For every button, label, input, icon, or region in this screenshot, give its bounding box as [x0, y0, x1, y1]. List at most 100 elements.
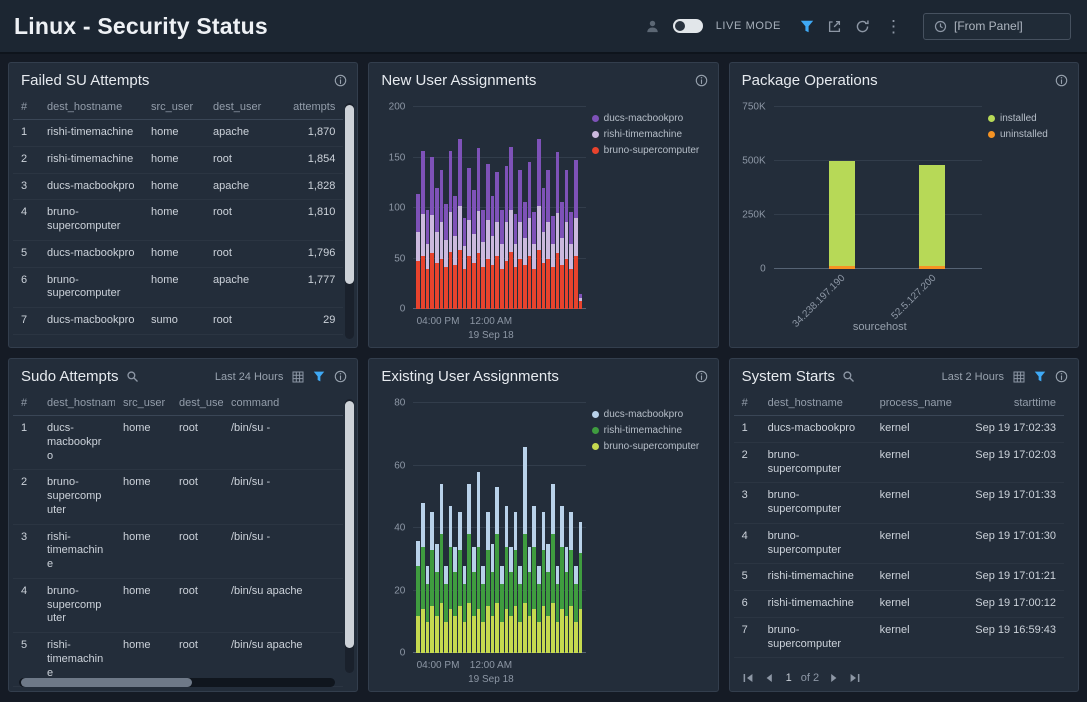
column-header[interactable]: attempts [275, 95, 343, 120]
bar[interactable] [444, 107, 448, 309]
bar[interactable] [565, 107, 569, 309]
bar[interactable] [426, 107, 430, 309]
legend-item[interactable]: rishi-timemachine [592, 425, 710, 436]
column-header[interactable]: starttime [962, 391, 1064, 416]
bar[interactable] [556, 107, 560, 309]
info-icon[interactable] [695, 370, 708, 383]
table-row[interactable]: 1rishi-timemachinehomeapache1,870 [13, 120, 343, 147]
bar[interactable] [569, 107, 573, 309]
bar[interactable] [546, 107, 550, 309]
filter-icon[interactable] [1034, 371, 1046, 382]
bar[interactable] [556, 403, 560, 653]
bar[interactable] [453, 403, 457, 653]
info-icon[interactable] [1055, 74, 1068, 87]
bar[interactable] [532, 107, 536, 309]
bar[interactable] [509, 107, 513, 309]
table-row[interactable]: 5ducs-macbookprohomeroot1,796 [13, 240, 343, 267]
bar[interactable] [491, 403, 495, 653]
bar[interactable] [430, 107, 434, 309]
column-header[interactable]: # [13, 95, 39, 120]
info-icon[interactable] [1055, 370, 1068, 383]
new-user-assignments-chart[interactable]: 05010015020004:00 PM12:00 AM19 Sep 18 [371, 97, 589, 339]
bar[interactable] [440, 403, 444, 653]
vertical-scrollbar[interactable] [345, 399, 354, 673]
bar[interactable] [518, 403, 522, 653]
table-row[interactable]: 7ducs-macbookprosumoroot29 [13, 308, 343, 335]
refresh-icon[interactable] [855, 19, 870, 34]
bar[interactable] [477, 107, 481, 309]
bar[interactable] [542, 107, 546, 309]
table-row[interactable]: 7bruno-supercomputerkernelSep 19 16:59:4… [734, 617, 1064, 658]
legend-item[interactable]: rishi-timemachine [592, 129, 710, 140]
info-icon[interactable] [695, 74, 708, 87]
legend-item[interactable]: ducs-macbookpro [592, 409, 710, 420]
bar[interactable] [574, 107, 578, 309]
table-row[interactable]: 6ducs-macbookprohomeroot/bin/su apache [13, 687, 343, 691]
table-row[interactable]: 6bruno-supercomputerhomeapache1,777 [13, 267, 343, 308]
bar[interactable] [919, 107, 945, 269]
bar[interactable] [486, 107, 490, 309]
results-table-icon[interactable] [1013, 371, 1025, 383]
bar[interactable] [528, 107, 532, 309]
filter-icon[interactable] [800, 20, 814, 33]
info-icon[interactable] [334, 370, 347, 383]
column-header[interactable]: process_name [872, 391, 962, 416]
table-row[interactable]: 1ducs-macbookprohomeroot/bin/su - [13, 416, 343, 470]
legend-item[interactable]: installed [988, 113, 1070, 124]
search-icon[interactable] [126, 370, 139, 383]
search-icon[interactable] [842, 370, 855, 383]
info-icon[interactable] [334, 74, 347, 87]
bar[interactable] [430, 403, 434, 653]
bar[interactable] [500, 403, 504, 653]
bar[interactable] [458, 403, 462, 653]
bar[interactable] [523, 403, 527, 653]
column-header[interactable]: dest_user [205, 95, 275, 120]
last-page-button[interactable] [849, 672, 861, 684]
prev-page-button[interactable] [763, 672, 775, 684]
table-row[interactable]: 3ducs-macbookprohomeapache1,828 [13, 173, 343, 200]
bar[interactable] [481, 107, 485, 309]
scrollbar-thumb[interactable] [21, 678, 192, 687]
bar[interactable] [579, 403, 583, 653]
column-header[interactable]: dest_hostname [39, 95, 143, 120]
bar[interactable] [481, 403, 485, 653]
table-row[interactable]: 2rishi-timemachinehomeroot1,854 [13, 146, 343, 173]
bar[interactable] [495, 107, 499, 309]
bar[interactable] [560, 107, 564, 309]
bar[interactable] [505, 107, 509, 309]
bar[interactable] [453, 107, 457, 309]
bar[interactable] [440, 107, 444, 309]
column-header[interactable]: dest_hostname [760, 391, 872, 416]
bar[interactable] [551, 107, 555, 309]
bar[interactable] [458, 107, 462, 309]
table-row[interactable]: 1ducs-macbookprokernelSep 19 17:02:33 [734, 416, 1064, 443]
bar[interactable] [477, 403, 481, 653]
table-row[interactable]: 5rishi-timemachinekernelSep 19 17:01:21 [734, 564, 1064, 591]
bar[interactable] [495, 403, 499, 653]
table-row[interactable]: 4bruno-supercomputerkernelSep 19 17:01:3… [734, 523, 1064, 564]
bar[interactable] [579, 107, 583, 309]
table-row[interactable]: 3rishi-timemachinehomeroot/bin/su - [13, 524, 343, 578]
bar[interactable] [467, 403, 471, 653]
bar[interactable] [518, 107, 522, 309]
horizontal-scrollbar[interactable] [19, 678, 335, 687]
bar[interactable] [421, 403, 425, 653]
filter-icon[interactable] [313, 371, 325, 382]
bar[interactable] [829, 107, 855, 269]
bar[interactable] [472, 107, 476, 309]
bar[interactable] [509, 403, 513, 653]
legend-item[interactable]: ducs-macbookpro [592, 113, 710, 124]
vertical-scrollbar[interactable] [345, 103, 354, 339]
bar[interactable] [532, 403, 536, 653]
bar[interactable] [416, 403, 420, 653]
share-icon[interactable] [827, 19, 842, 34]
bar[interactable] [435, 107, 439, 309]
bar[interactable] [426, 403, 430, 653]
bar[interactable] [542, 403, 546, 653]
package-operations-chart[interactable]: 0250K500K750K34.238.197.19052.5.127.200s… [732, 97, 986, 339]
bar[interactable] [435, 403, 439, 653]
bar[interactable] [444, 403, 448, 653]
bar[interactable] [505, 403, 509, 653]
legend-item[interactable]: bruno-supercomputer [592, 145, 710, 156]
column-header[interactable]: # [734, 391, 760, 416]
